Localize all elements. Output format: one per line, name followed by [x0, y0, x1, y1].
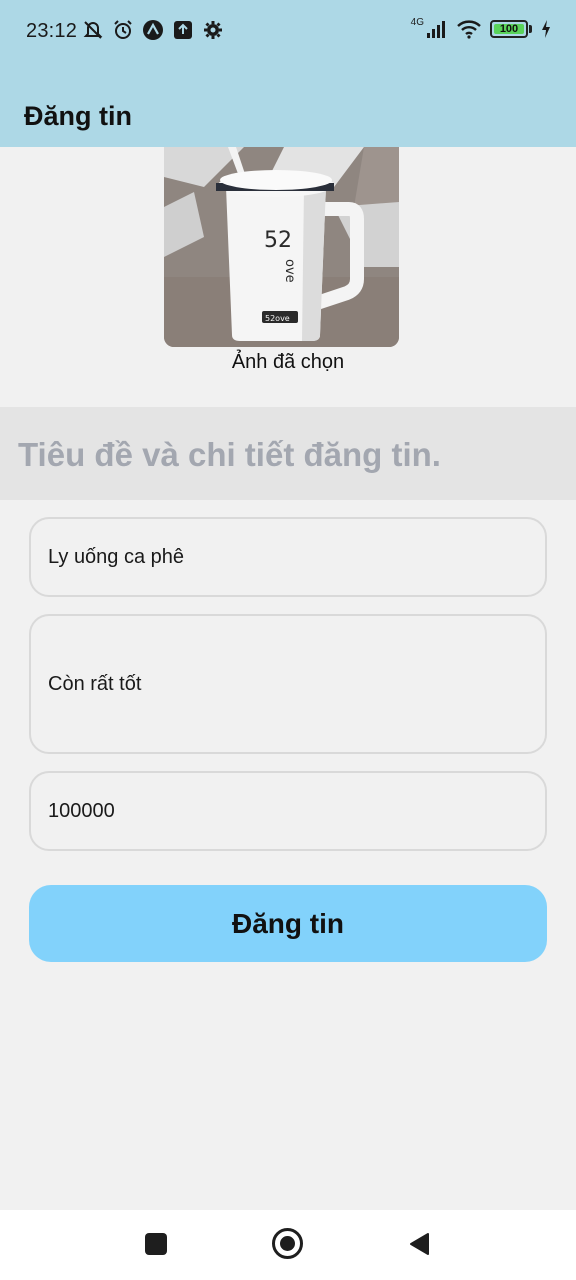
- battery-level: 100: [499, 23, 519, 35]
- photo-caption: Ảnh đã chọn: [231, 351, 345, 373]
- recents-icon[interactable]: [145, 1233, 167, 1255]
- status-left-icons: [82, 19, 224, 41]
- settings-icon: [202, 19, 224, 41]
- charging-icon: [540, 18, 552, 40]
- app-header: 23:12 4G 100 Đăng tin: [0, 0, 576, 147]
- description-input-value: Còn rất tốt: [48, 672, 142, 695]
- svg-text:52: 52: [264, 228, 292, 253]
- app-a-icon: [142, 19, 164, 41]
- title-input[interactable]: Ly uống ca phê: [29, 517, 547, 597]
- wifi-icon: [456, 18, 482, 40]
- price-input[interactable]: 100000: [29, 771, 547, 851]
- status-right-icons: 4G 100: [411, 18, 552, 40]
- status-bar: 23:12 4G 100: [0, 0, 576, 62]
- back-icon[interactable]: [408, 1232, 430, 1256]
- selected-photo[interactable]: 52 ove 52ove: [164, 147, 399, 347]
- battery-icon: 100: [490, 20, 528, 38]
- page-title: Đăng tin: [24, 101, 132, 131]
- home-icon[interactable]: [272, 1228, 303, 1259]
- upload-icon: [172, 19, 194, 41]
- network-type-label: 4G: [410, 17, 424, 28]
- submit-post-button[interactable]: Đăng tin: [29, 885, 547, 962]
- status-time: 23:12: [26, 20, 78, 42]
- signal-icon: [426, 18, 448, 40]
- description-input[interactable]: Còn rất tốt: [29, 614, 547, 754]
- alarm-icon: [112, 19, 134, 41]
- svg-text:52ove: 52ove: [265, 314, 290, 323]
- submit-post-label: Đăng tin: [232, 907, 344, 939]
- svg-text:ove: ove: [282, 259, 297, 283]
- mute-icon: [82, 19, 104, 41]
- title-input-value: Ly uống ca phê: [48, 545, 185, 568]
- mug-photo: 52 ove 52ove: [164, 147, 399, 347]
- price-input-value: 100000: [48, 799, 115, 822]
- section-title: Tiêu đề và chi tiết đăng tin.: [18, 436, 441, 473]
